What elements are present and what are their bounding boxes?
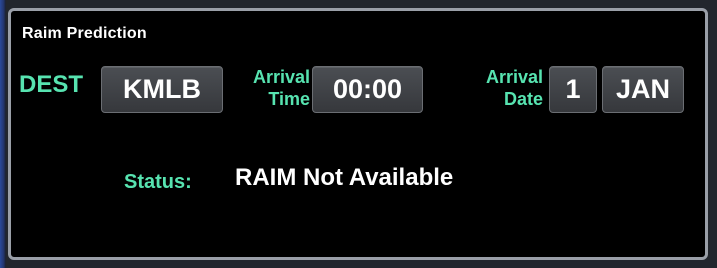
arrival-time-button[interactable]: 00:00 bbox=[312, 66, 423, 113]
arrival-time-label-line2: Time bbox=[268, 89, 310, 109]
status-value: RAIM Not Available bbox=[235, 164, 454, 191]
arrival-month-button[interactable]: JAN bbox=[602, 66, 684, 113]
status-label: Status: bbox=[124, 171, 192, 193]
arrival-time-label: Arrival Time bbox=[236, 66, 310, 110]
arrival-time-label-line1: Arrival bbox=[252, 67, 310, 87]
left-edge-strip bbox=[0, 0, 6, 268]
arrival-date-label-line1: Arrival bbox=[485, 67, 543, 87]
arrival-date-label-line2: Date bbox=[503, 89, 543, 109]
arrival-date-label: Arrival Date bbox=[473, 66, 543, 110]
arrival-day-button[interactable]: 1 bbox=[549, 66, 597, 113]
window-frame: Raim Prediction DEST KMLB Arrival Time 0… bbox=[0, 0, 717, 268]
dest-label: DEST bbox=[19, 71, 84, 98]
destination-button[interactable]: KMLB bbox=[101, 66, 223, 113]
panel-title: Raim Prediction bbox=[22, 25, 147, 42]
raim-prediction-panel: Raim Prediction DEST KMLB Arrival Time 0… bbox=[8, 8, 708, 260]
